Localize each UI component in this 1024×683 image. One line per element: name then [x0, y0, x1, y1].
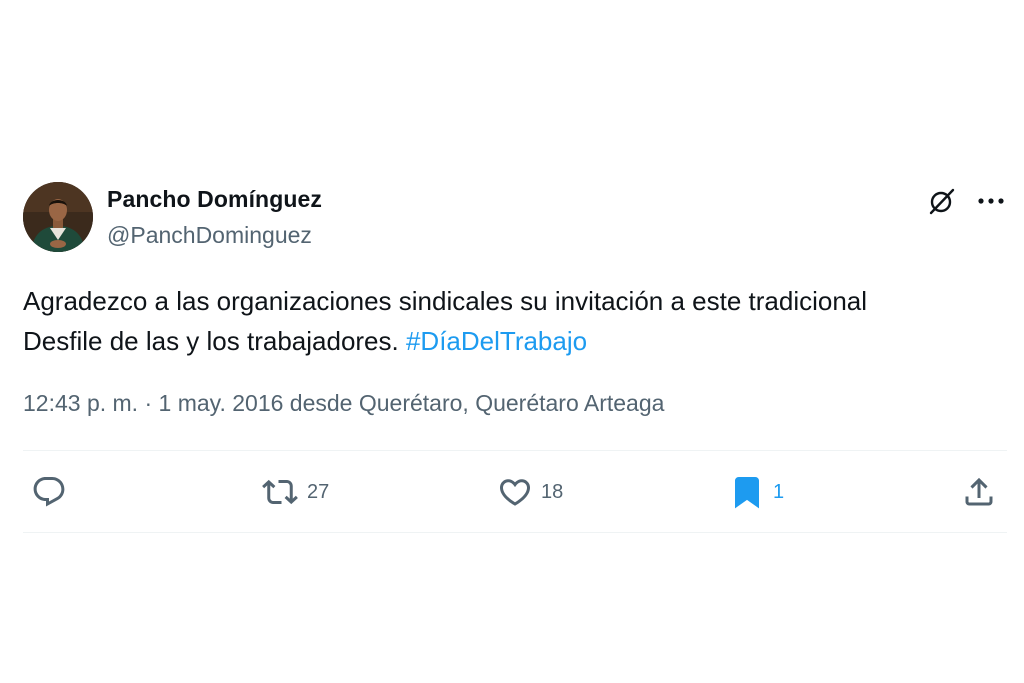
divider-bottom — [23, 532, 1007, 533]
reply-icon — [33, 477, 65, 507]
tweet-date[interactable]: 1 may. 2016 — [159, 390, 284, 416]
tweet-time[interactable]: 12:43 p. m. — [23, 390, 138, 416]
action-bar: 27 18 1 — [23, 452, 1007, 532]
share-icon — [965, 477, 993, 506]
like-button[interactable]: 18 — [497, 474, 563, 510]
retweet-button[interactable]: 27 — [261, 474, 329, 510]
meta-separator: · — [138, 390, 159, 416]
share-button[interactable] — [961, 474, 1005, 510]
bookmark-icon — [735, 477, 759, 509]
hashtag-link[interactable]: #DíaDelTrabajo — [406, 326, 587, 356]
bookmark-count: 1 — [773, 480, 785, 503]
more-button[interactable] — [974, 186, 1008, 216]
like-count: 18 — [541, 480, 564, 503]
source-prefix: desde — [283, 390, 359, 416]
tweet-text: Agradezco a las organizaciones sindicale… — [23, 281, 923, 361]
grok-icon — [929, 188, 955, 215]
avatar-image — [23, 182, 93, 252]
display-name[interactable]: Pancho Domínguez — [107, 186, 322, 213]
tweet-location[interactable]: Querétaro, Querétaro Arteaga — [359, 390, 665, 416]
tweet-metadata: 12:43 p. m. · 1 may. 2016 desde Querétar… — [23, 390, 664, 417]
user-handle[interactable]: @PanchDominguez — [107, 222, 312, 249]
retweet-count: 27 — [307, 480, 330, 503]
more-icon — [978, 198, 1004, 204]
divider-top — [23, 450, 1007, 451]
retweet-icon — [262, 479, 298, 505]
avatar[interactable] — [23, 182, 93, 252]
bookmark-button[interactable]: 1 — [729, 474, 784, 510]
reply-button[interactable] — [31, 474, 75, 510]
grok-button[interactable] — [924, 184, 960, 218]
heart-icon — [499, 479, 531, 506]
